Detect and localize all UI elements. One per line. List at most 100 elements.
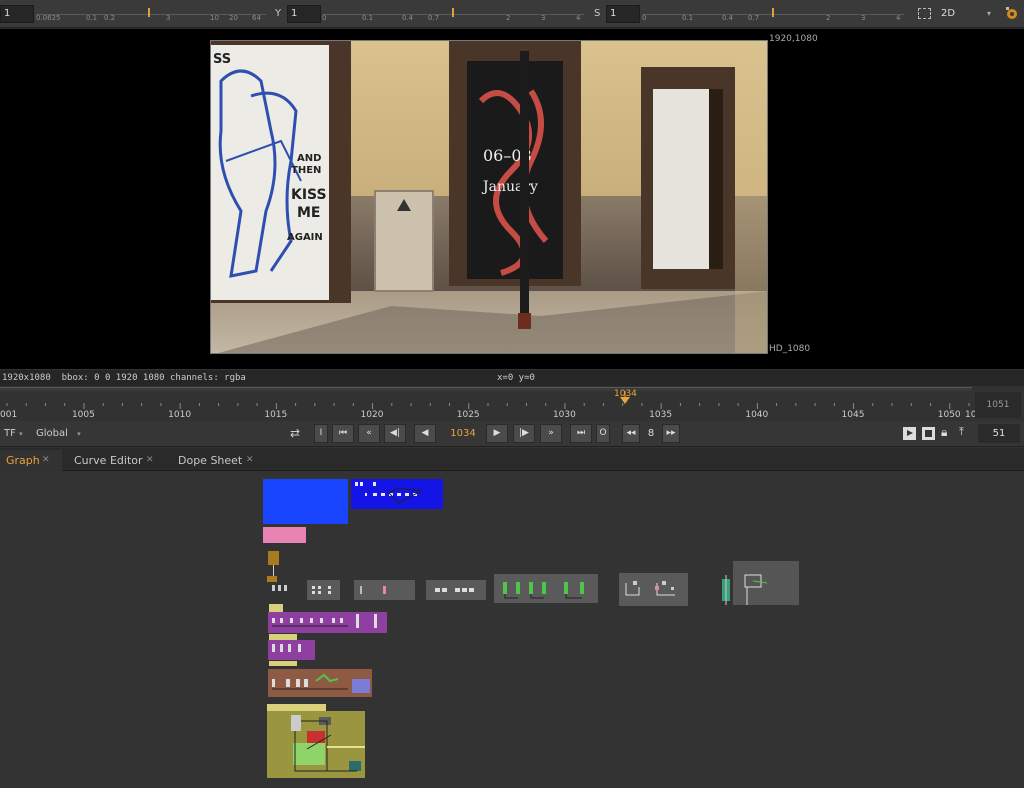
timeline-frame-label: 1040 bbox=[745, 410, 769, 420]
range-mode-dropdown[interactable]: Global ▾ bbox=[36, 426, 81, 442]
saturation-field[interactable]: 1 bbox=[606, 5, 640, 23]
close-icon[interactable]: ✕ bbox=[146, 450, 154, 471]
gamma-tick-label: 0.4 bbox=[402, 14, 414, 22]
fast-forward-icon: ▸▸ bbox=[666, 428, 676, 438]
backdrop-node[interactable] bbox=[267, 711, 377, 778]
fps-mode-dropdown[interactable]: TF ▾ bbox=[4, 426, 23, 442]
play-backward-icon: ◀ bbox=[421, 428, 429, 438]
backdrop-node[interactable] bbox=[268, 669, 372, 697]
gamma-slider-handle[interactable] bbox=[452, 8, 454, 17]
gain-slider[interactable]: 0.0625 0.1 0.2 3 10 20 64 bbox=[36, 5, 266, 23]
fps-mode-value: TF bbox=[4, 428, 16, 439]
playback-mode-icon[interactable]: ⇄ bbox=[290, 426, 308, 442]
play-backward-button[interactable]: ◀ bbox=[414, 424, 436, 443]
in-point-button[interactable]: I bbox=[314, 424, 328, 443]
skip-to-end-icon: ⏭ bbox=[576, 428, 586, 438]
timeline-frame-label: 1010 bbox=[168, 410, 192, 420]
gamma-tick-label: 2 bbox=[506, 14, 511, 22]
saturation-slider[interactable]: 0 0.1 0.4 0.7 2 3 4 bbox=[642, 5, 904, 23]
close-icon[interactable]: ✕ bbox=[42, 450, 50, 471]
play-forward-button[interactable]: ▶ bbox=[486, 424, 508, 443]
read-node[interactable] bbox=[268, 551, 279, 565]
backdrop-node[interactable] bbox=[268, 640, 315, 660]
timeline-start-label: 001 bbox=[0, 410, 18, 420]
frame-increment-field[interactable]: 8 bbox=[641, 424, 661, 443]
backdrop-node[interactable] bbox=[263, 479, 348, 524]
gain-tick-label: 64 bbox=[252, 14, 261, 22]
skip-forward-button[interactable]: ▸▸ bbox=[662, 424, 680, 443]
node-cluster[interactable] bbox=[720, 575, 732, 605]
backdrop-node[interactable] bbox=[426, 580, 486, 600]
saturation-tick-label: 2 bbox=[826, 14, 831, 22]
tab-graph[interactable]: Graph ✕ bbox=[0, 450, 62, 471]
node-cluster[interactable] bbox=[268, 581, 294, 599]
viewer-settings-icon[interactable] bbox=[1004, 5, 1020, 21]
step-forward-increment-button[interactable]: » bbox=[540, 424, 562, 443]
node-graph[interactable] bbox=[0, 471, 1024, 788]
lock-icon[interactable]: 🔒︎ bbox=[941, 425, 947, 440]
tab-dope-sheet[interactable]: Dope Sheet ✕ bbox=[172, 450, 264, 471]
backdrop-node[interactable] bbox=[354, 580, 415, 600]
first-frame-button[interactable]: ⏮ bbox=[332, 424, 354, 443]
timeline-frame-label: 1030 bbox=[552, 410, 576, 420]
timeline-frame-label: 1020 bbox=[360, 410, 384, 420]
close-icon[interactable]: ✕ bbox=[246, 450, 254, 471]
backdrop-label bbox=[269, 661, 297, 666]
gain-field[interactable]: 1 bbox=[0, 5, 34, 23]
roi-icon[interactable] bbox=[918, 8, 931, 19]
backdrop-label bbox=[267, 704, 326, 711]
saturation-label: S bbox=[594, 8, 601, 19]
saturation-tick-label: 0.4 bbox=[722, 14, 734, 22]
tab-label: Graph bbox=[6, 454, 40, 467]
backdrop-node[interactable] bbox=[733, 561, 799, 605]
timeline-ruler[interactable] bbox=[0, 387, 972, 420]
out-point-button[interactable]: O bbox=[596, 424, 610, 443]
panel-tabs: Graph ✕ Curve Editor ✕ Dope Sheet ✕ bbox=[0, 448, 1024, 471]
current-frame-field[interactable]: 1034 bbox=[442, 424, 484, 443]
gain-slider-handle[interactable] bbox=[148, 8, 150, 17]
view-mode-dropdown[interactable]: 2D ▾ bbox=[937, 5, 997, 23]
gain-tick-label: 10 bbox=[210, 14, 219, 22]
gamma-tick-label: 4 bbox=[576, 14, 581, 22]
backdrop-node[interactable] bbox=[307, 580, 340, 600]
gamma-tick-label: 3 bbox=[541, 14, 546, 22]
tab-label: Curve Editor bbox=[74, 454, 143, 467]
bbox-info: bbox: 0 0 1920 1080 channels: rgba bbox=[61, 373, 246, 383]
gain-tick-label: 3 bbox=[166, 14, 171, 22]
view-mode-value: 2D bbox=[941, 8, 956, 19]
step-forward-increment-icon: » bbox=[548, 428, 554, 438]
viewer-panel[interactable]: SS AND THEN KISS ME AGAIN 06–08 January bbox=[0, 29, 1024, 369]
record-button[interactable] bbox=[922, 427, 935, 440]
timeline-end-frame[interactable]: 1051 bbox=[975, 392, 1021, 418]
previous-keyframe-icon: ◀| bbox=[390, 428, 400, 438]
poster-month-text: January bbox=[481, 179, 538, 195]
saturation-slider-handle[interactable] bbox=[772, 8, 774, 17]
cursor-position: x=0 y=0 bbox=[497, 373, 535, 383]
rewind-icon: ◂◂ bbox=[626, 428, 636, 438]
chevron-down-icon: ▾ bbox=[987, 9, 992, 18]
backdrop-node[interactable] bbox=[268, 612, 387, 633]
backdrop-node[interactable] bbox=[351, 479, 443, 509]
last-frame-button[interactable]: ⏭ bbox=[570, 424, 592, 443]
playback-controls: TF ▾ Global ▾ ⇄ I ⏮ « ◀| ◀ 1034 ▶ |▶ » ⏭… bbox=[0, 421, 1024, 447]
backdrop-label bbox=[269, 604, 283, 612]
timeline-frame-label: 1050 bbox=[937, 410, 961, 420]
viewer-info-bar: 1920x1080 bbox: 0 0 1920 1080 channels: … bbox=[0, 370, 1024, 386]
gamma-slider[interactable]: 0 0.1 0.4 0.7 2 3 4 bbox=[322, 5, 584, 23]
step-back-increment-button[interactable]: « bbox=[358, 424, 380, 443]
timeline[interactable]: 1034 001 1005 1010 1015 1020 1025 1030 1035 104… bbox=[0, 387, 988, 420]
next-frame-button[interactable]: |▶ bbox=[513, 424, 535, 443]
skip-to-start-icon: ⏮ bbox=[338, 428, 348, 438]
skip-back-button[interactable]: ◂◂ bbox=[622, 424, 640, 443]
previous-frame-button[interactable]: ◀| bbox=[384, 424, 406, 443]
gamma-field[interactable]: 1 bbox=[287, 5, 321, 23]
backdrop-node[interactable] bbox=[263, 527, 306, 543]
end-frame-field[interactable]: 51 bbox=[978, 424, 1020, 443]
backdrop-node[interactable] bbox=[494, 574, 598, 603]
saturation-tick-label: 0.1 bbox=[682, 14, 694, 22]
backdrop-node[interactable] bbox=[619, 573, 688, 606]
poster-then-text: THEN bbox=[291, 165, 321, 176]
tab-curve-editor[interactable]: Curve Editor ✕ bbox=[68, 450, 164, 471]
flipbook-button[interactable] bbox=[903, 427, 916, 440]
export-icon[interactable]: ⤒ bbox=[959, 425, 964, 439]
